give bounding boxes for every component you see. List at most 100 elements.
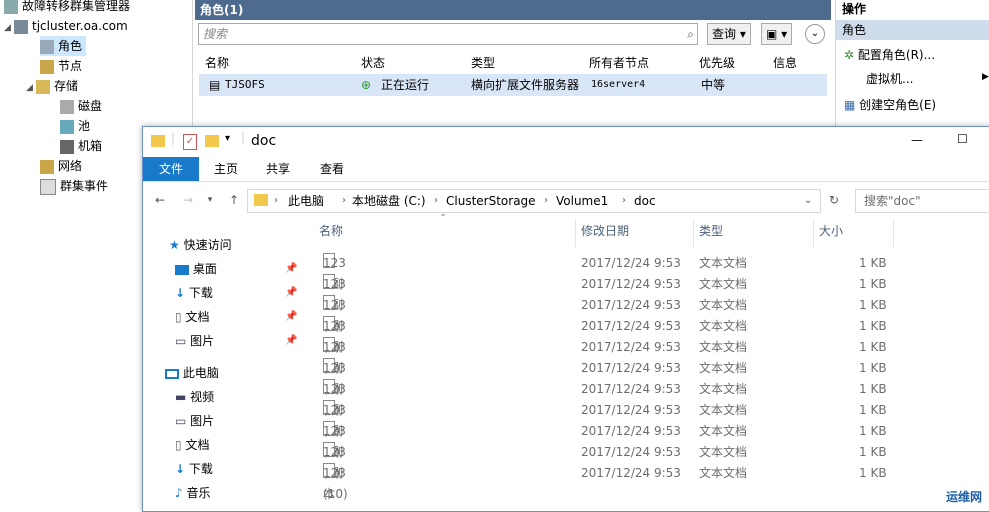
new-folder-icon[interactable]	[205, 135, 219, 147]
table-row[interactable]: 123 - 副本 (6)2017/12/24 9:53文本文档1 KB	[303, 337, 989, 417]
table-row[interactable]: 123 - 副本2017/12/24 9:53文本文档1 KB	[303, 442, 989, 501]
query-button[interactable]: 查询 ▾	[707, 23, 751, 45]
tree-item-cluster-events[interactable]: 群集事件	[40, 176, 108, 196]
nav-this-pc[interactable]: 此电脑	[165, 361, 219, 385]
table-row[interactable]: 123 - 副本 (7)2017/12/24 9:53文本文档1 KB	[303, 358, 989, 438]
table-row[interactable]: 123 - 副本 (8)2017/12/24 9:53文本文档1 KB	[303, 379, 989, 459]
pin-icon[interactable]: 📌	[285, 335, 297, 346]
tree-item-disks[interactable]: 磁盘	[60, 96, 102, 116]
table-row[interactable]: 123 - 副本 (2)2017/12/24 9:53文本文档1 KB	[303, 253, 989, 333]
pin-icon[interactable]: 📌	[285, 263, 297, 274]
expand-collapse-icon[interactable]: ⌄	[805, 24, 825, 44]
nav-item-documents[interactable]: ▯ 文档	[175, 305, 209, 329]
back-arrow-icon[interactable]: ←	[151, 191, 169, 209]
tab-view[interactable]: 查看	[309, 157, 355, 181]
action-create-empty-role[interactable]: ▦ 创建空角色(E)	[844, 94, 936, 116]
tab-file[interactable]: 文件	[143, 157, 199, 181]
computer-icon	[165, 368, 179, 379]
nav-item-music[interactable]: ♪ 音乐	[175, 481, 211, 505]
file-size: 1 KB	[859, 277, 887, 291]
breadcrumb-volume1[interactable]: Volume1	[556, 190, 608, 212]
tree-item-label: 磁盘	[78, 99, 103, 113]
column-name[interactable]: 名称	[319, 219, 343, 243]
column-type[interactable]: 类型	[471, 54, 495, 72]
column-owner-node[interactable]: 所有者节点	[589, 54, 649, 72]
tree-cluster-label: tjcluster.oa.com	[32, 19, 128, 33]
tree-item-storage[interactable]: ◢ 存储	[26, 76, 78, 96]
nav-label: 下载	[188, 286, 213, 300]
search-placeholder: 搜索	[203, 27, 228, 41]
action-virtual-machines[interactable]: 虚拟机...	[866, 68, 913, 90]
table-row[interactable]: 123 - 副本 (10)2017/12/24 9:53文本文档1 KB	[303, 421, 989, 501]
tree-item-nodes[interactable]: 节点	[40, 56, 82, 76]
nav-quick-access[interactable]: ★ 快速访问	[169, 233, 232, 257]
collapse-icon[interactable]: ◢	[4, 18, 14, 38]
tree-cluster[interactable]: ◢ tjcluster.oa.com	[4, 16, 128, 36]
column-date-modified[interactable]: 修改日期	[581, 219, 629, 243]
nav-label: 下载	[188, 462, 213, 476]
table-row[interactable]: 123 - 副本 (5)2017/12/24 9:53文本文档1 KB	[303, 316, 989, 396]
search-icon[interactable]: ⌕	[683, 24, 694, 44]
table-row[interactable]: 123 2017/12/24 9:53 文本文档 1 KB	[303, 463, 989, 484]
column-size[interactable]: 大小	[819, 219, 843, 243]
column-priority[interactable]: 优先级	[699, 54, 735, 72]
file-type: 文本文档	[699, 403, 748, 417]
pin-icon[interactable]: 📌	[285, 311, 297, 322]
tree-item-roles[interactable]: 角色	[40, 36, 87, 56]
breadcrumb-cluster-storage[interactable]: ClusterStorage	[446, 190, 536, 212]
role-owner: 16server4	[591, 79, 646, 90]
table-row[interactable]: 123 - 副本 (3)2017/12/24 9:53文本文档1 KB	[303, 274, 989, 354]
breadcrumb-doc[interactable]: doc	[634, 190, 656, 212]
create-role-icon: ▦	[844, 98, 856, 112]
column-type[interactable]: 类型	[699, 219, 723, 243]
address-dropdown-icon[interactable]: ⌄	[804, 190, 812, 212]
forward-arrow-icon[interactable]: →	[179, 191, 197, 209]
nav-item-pictures[interactable]: ▭ 图片	[175, 329, 214, 353]
file-type: 文本文档	[699, 361, 748, 375]
tab-home[interactable]: 主页	[205, 157, 247, 181]
nav-item-pc-downloads[interactable]: ↓ 下载	[175, 457, 213, 481]
column-divider[interactable]	[893, 219, 894, 247]
roles-pane-title: 角色(1)	[195, 0, 831, 20]
maximize-icon[interactable]: ☐	[957, 132, 968, 146]
column-divider[interactable]	[693, 219, 694, 247]
table-row[interactable]: 123 - 副本 (4)2017/12/24 9:53文本文档1 KB	[303, 295, 989, 375]
explorer-titlebar: | ✓ ▾ | doc — ☐	[143, 127, 989, 157]
up-arrow-icon[interactable]: ↑	[225, 191, 243, 209]
table-row[interactable]: 123 - 副本 (9)2017/12/24 9:53文本文档1 KB	[303, 400, 989, 480]
column-name[interactable]: 名称	[205, 54, 229, 72]
address-bar[interactable]: › 此电脑 › 本地磁盘 (C:) › ClusterStorage › Vol…	[247, 189, 821, 213]
table-row[interactable]: ▤ TJSOFS ⊕ 正在运行 横向扩展文件服务器 16server4 中等	[199, 74, 827, 96]
tree-item-enclosures[interactable]: 机箱	[60, 136, 102, 156]
recent-locations-chevron-icon[interactable]: ▾	[201, 191, 219, 209]
actions-section-roles[interactable]: 角色	[836, 20, 989, 40]
properties-icon[interactable]: ✓	[183, 134, 197, 150]
file-size: 1 KB	[859, 361, 887, 375]
roles-search-input[interactable]: 搜索 ⌕	[198, 23, 698, 45]
breadcrumb-local-disk[interactable]: 本地磁盘 (C:)	[352, 190, 426, 212]
pin-icon[interactable]: 📌	[285, 287, 297, 298]
search-input[interactable]: 搜索"doc"	[855, 189, 989, 213]
file-type: 文本文档	[699, 424, 748, 438]
column-divider[interactable]	[813, 219, 814, 247]
tab-share[interactable]: 共享	[255, 157, 301, 181]
file-date: 2017/12/24 9:53	[581, 277, 681, 291]
column-info[interactable]: 信息	[773, 54, 797, 72]
tree-item-pools[interactable]: 池	[60, 116, 90, 136]
collapse-icon[interactable]: ◢	[26, 78, 36, 98]
tree-item-networks[interactable]: 网络	[40, 156, 82, 176]
column-status[interactable]: 状态	[361, 54, 385, 72]
action-configure-role[interactable]: ✲ 配置角色(R)...	[844, 44, 935, 66]
nav-item-pc-pictures[interactable]: ▭ 图片	[175, 409, 214, 433]
nav-item-desktop[interactable]: 桌面	[175, 257, 217, 281]
nav-item-pc-documents[interactable]: ▯ 文档	[175, 433, 209, 457]
save-query-button[interactable]: ▣ ▾	[761, 23, 793, 45]
minimize-icon[interactable]: —	[911, 133, 923, 147]
nav-item-downloads[interactable]: ↓ 下载	[175, 281, 213, 305]
tree-root[interactable]: 故障转移群集管理器	[4, 0, 130, 16]
breadcrumb-this-pc[interactable]: 此电脑	[288, 190, 324, 212]
refresh-icon[interactable]: ↻	[825, 191, 843, 209]
column-divider[interactable]	[575, 219, 576, 247]
quick-access-toolbar-chevron-icon[interactable]: ▾	[225, 133, 230, 144]
nav-item-videos[interactable]: ▬ 视频	[175, 385, 214, 409]
